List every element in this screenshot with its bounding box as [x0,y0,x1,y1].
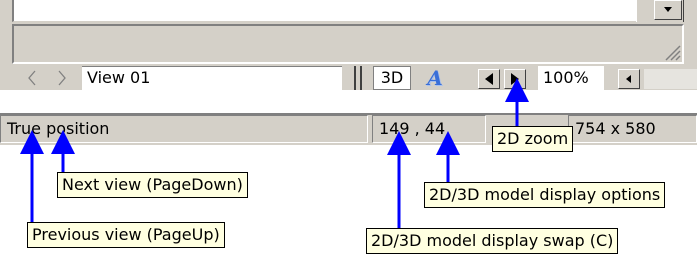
display-options-icon: A [427,66,443,90]
zoom-out-button[interactable] [478,69,500,89]
triangle-right-icon [511,73,519,85]
callout-display-swap: 2D/3D model display swap (C) [366,228,619,254]
status-coordinates-text: 149 , 44 [379,119,446,138]
callout-zoom: 2D zoom [492,126,574,152]
zoom-in-button[interactable] [504,69,526,89]
chevron-right-icon [58,70,66,86]
triangle-left-icon [626,75,631,83]
callout-display-options: 2D/3D model display options [424,182,666,208]
status-size-text: 754 x 580 [575,119,656,138]
status-size: 754 x 580 [568,115,697,143]
toolbar-scroll-track[interactable] [644,69,697,89]
horizontal-panel [12,24,684,64]
status-mode-text: True position [7,119,110,138]
resize-grip-icon[interactable] [660,40,682,62]
status-coordinates: 149 , 44 [372,115,486,143]
display-swap-button[interactable]: 3D [373,66,411,90]
zoom-level-value: 100% [543,68,589,87]
toolbar-scroll-left-button[interactable] [618,69,640,89]
view-name-label: View 01 [87,68,151,87]
toolbar-splitter[interactable] [354,66,362,90]
next-view-button[interactable] [52,67,72,89]
zoom-level-field[interactable]: 100% [538,66,604,90]
previous-view-button[interactable] [22,67,42,89]
display-swap-label: 3D [380,68,404,87]
display-options-button[interactable]: A [418,66,452,90]
callout-next-view: Next view (PageDown) [57,172,248,198]
status-mode: True position [0,115,368,143]
document-pane[interactable] [12,0,684,22]
chevron-left-icon [28,70,36,86]
scroll-down-button[interactable] [654,0,682,20]
triangle-left-icon [485,73,493,85]
callout-previous-view: Previous view (PageUp) [27,222,225,248]
scroll-down-icon [664,7,672,12]
view-name-field[interactable]: View 01 [82,66,342,90]
